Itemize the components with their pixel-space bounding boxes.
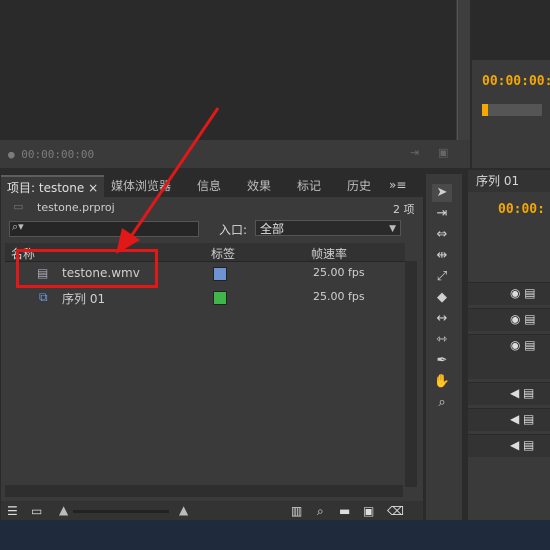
annotation-arrow — [116, 107, 220, 254]
